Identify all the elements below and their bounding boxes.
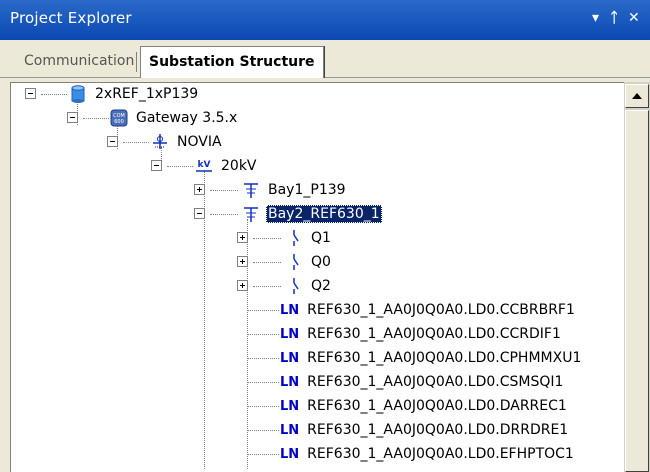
tab-substation-structure[interactable]: Substation Structure <box>140 46 324 78</box>
switch-icon <box>285 229 303 247</box>
tree-line <box>247 406 279 407</box>
tree-line <box>253 238 281 239</box>
tree-node-label: Q2 <box>311 278 331 294</box>
ln-icon: LN <box>280 398 300 414</box>
expand-toggle[interactable] <box>237 232 248 243</box>
collapse-toggle[interactable] <box>194 208 205 219</box>
tree-node-label: REF630_1_AA0J0Q0A0.LD0.CPHMMXU1 <box>307 350 582 366</box>
tree-node-label: Bay1_P139 <box>268 182 346 198</box>
expand-toggle[interactable] <box>194 184 205 195</box>
tree-node-label: REF630_1_AA0J0Q0A0.LD0.CSMSQI1 <box>307 374 564 390</box>
tree-line <box>210 214 238 215</box>
vertical-scrollbar[interactable] <box>624 82 650 472</box>
pin-icon[interactable]: ᛏ <box>610 10 618 26</box>
voltage-level-icon: kV <box>195 157 213 175</box>
tree-node-device[interactable]: Q0 <box>285 251 333 273</box>
close-icon[interactable]: ✕ <box>628 10 640 26</box>
tree-line <box>247 358 279 359</box>
tree-node-logical-node[interactable]: LN REF630_1_AA0J0Q0A0.LD0.CCRDIF1 <box>280 323 563 345</box>
ln-icon: LN <box>280 446 300 462</box>
tree-node-label: Q0 <box>311 254 331 270</box>
window-title: Project Explorer <box>10 9 132 27</box>
tree-node-voltage-level[interactable]: kV 20kV <box>195 155 259 177</box>
bay-icon <box>242 181 260 199</box>
tree-line <box>247 382 279 383</box>
collapse-toggle[interactable] <box>67 112 78 123</box>
tree-node-logical-node[interactable]: LN REF630_1_AA0J0Q0A0.LD0.DRRDRE1 <box>280 419 570 441</box>
expand-toggle[interactable] <box>237 256 248 267</box>
title-bar: Project Explorer ▾ ᛏ ✕ <box>0 0 650 40</box>
tree-node-device[interactable]: Q2 <box>285 275 333 297</box>
tree-line <box>253 262 281 263</box>
tree-line <box>167 166 193 167</box>
scroll-thumb[interactable] <box>625 110 649 472</box>
tab-separator <box>136 52 137 72</box>
ln-icon: LN <box>280 326 300 342</box>
tree-node-device[interactable]: Q1 <box>285 227 333 249</box>
tree-line <box>41 94 67 95</box>
tree-node-logical-node[interactable]: LN REF630_1_AA0J0Q0A0.LD0.CPHMMXU1 <box>280 347 583 369</box>
tree-node-substation[interactable]: NOVIA <box>151 131 224 153</box>
tree-node-label: 20kV <box>221 158 257 174</box>
collapse-toggle[interactable] <box>107 136 118 147</box>
tree-line <box>123 142 149 143</box>
tree-line <box>247 454 279 455</box>
tree-node-logical-node[interactable]: LN REF630_1_AA0J0Q0A0.LD0.DARREC1 <box>280 395 569 417</box>
tab-communication[interactable]: Communication <box>16 49 142 75</box>
switch-icon <box>285 253 303 271</box>
tree-node-label: REF630_1_AA0J0Q0A0.LD0.DRRDRE1 <box>307 422 569 438</box>
tree-node-logical-node[interactable]: LN REF630_1_AA0J0Q0A0.LD0.EFHPTOC1 <box>280 443 576 465</box>
tree-line <box>247 310 279 311</box>
tree-line <box>83 118 109 119</box>
tree-node-label: NOVIA <box>177 134 222 150</box>
database-icon <box>69 85 87 103</box>
svg-text:kV: kV <box>198 160 211 170</box>
tree-line <box>247 334 279 335</box>
collapse-toggle[interactable] <box>25 88 36 99</box>
tab-strip: Communication Substation Structure <box>0 40 650 78</box>
ln-icon: LN <box>280 422 300 438</box>
ln-icon: LN <box>280 302 300 318</box>
tree-node-label: 2xREF_1xP139 <box>95 86 199 102</box>
tree-node-bay[interactable]: Bay1_P139 <box>242 179 348 201</box>
tree-panel: 2xREF_1xP139 COM 600 Gateway 3.5.x NOVIA… <box>0 78 650 472</box>
ln-icon: LN <box>280 350 300 366</box>
tree-node-gateway[interactable]: COM 600 Gateway 3.5.x <box>110 107 239 129</box>
tree-node-logical-node[interactable]: LN REF630_1_AA0J0Q0A0.LD0.CCBRBRF1 <box>280 299 577 321</box>
tree-node-label: REF630_1_AA0J0Q0A0.LD0.CCRDIF1 <box>307 326 561 342</box>
ln-icon: LN <box>280 374 300 390</box>
gateway-icon: COM 600 <box>110 109 128 127</box>
project-tree[interactable]: 2xREF_1xP139 COM 600 Gateway 3.5.x NOVIA… <box>10 82 624 472</box>
tree-node-bay-selected[interactable]: Bay2_REF630_1 <box>242 203 382 225</box>
tree-node-logical-node[interactable]: LN REF630_1_AA0J0Q0A0.LD0.CSMSQI1 <box>280 371 565 393</box>
tree-node-label: REF630_1_AA0J0Q0A0.LD0.DARREC1 <box>307 398 567 414</box>
collapse-toggle[interactable] <box>151 160 162 171</box>
switch-icon <box>285 277 303 295</box>
expand-toggle[interactable] <box>237 280 248 291</box>
scroll-up-button[interactable] <box>625 84 649 108</box>
tree-node-label: Bay2_REF630_1 <box>266 205 382 223</box>
tree-node-label: Q1 <box>311 230 331 246</box>
tree-node-root[interactable]: 2xREF_1xP139 <box>69 83 200 105</box>
tree-line <box>210 190 238 191</box>
tree-line <box>247 430 279 431</box>
svg-text:600: 600 <box>114 119 124 125</box>
tree-line <box>253 286 281 287</box>
bay-icon <box>242 205 260 223</box>
dropdown-arrow-icon[interactable]: ▾ <box>592 10 599 26</box>
tree-node-label: REF630_1_AA0J0Q0A0.LD0.EFHPTOC1 <box>307 446 574 462</box>
substation-icon <box>151 133 169 151</box>
tree-node-label: REF630_1_AA0J0Q0A0.LD0.CCBRBRF1 <box>307 302 575 318</box>
tree-node-label: Gateway 3.5.x <box>136 110 238 126</box>
